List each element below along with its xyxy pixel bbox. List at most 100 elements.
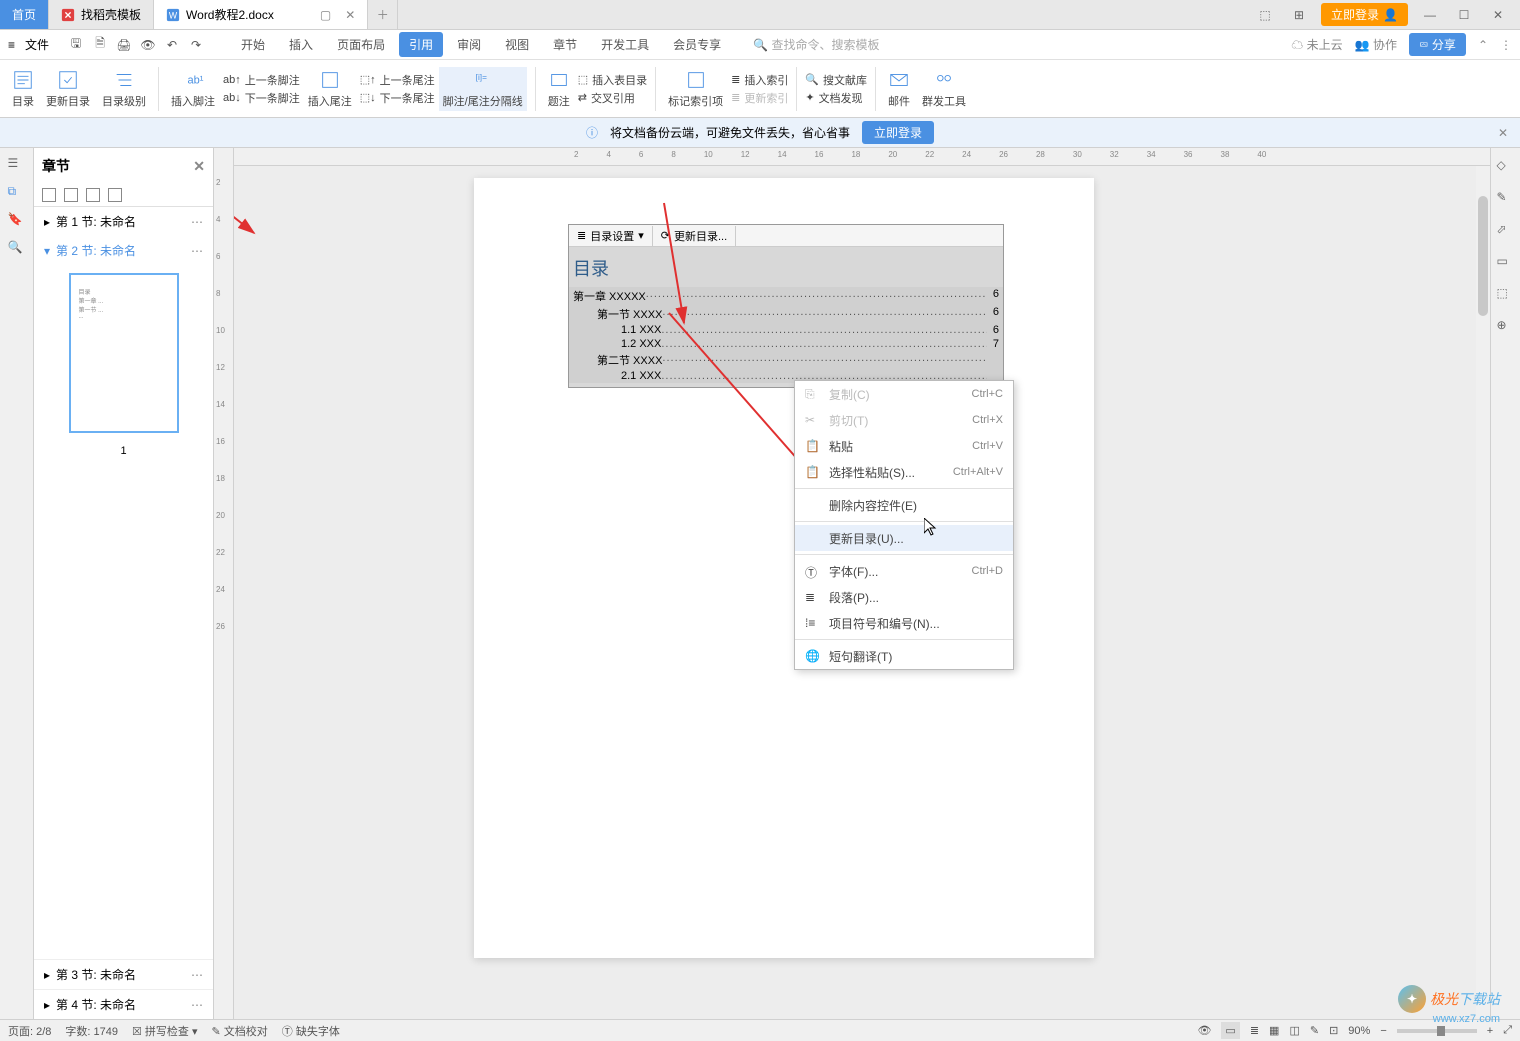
- login-button[interactable]: 立即登录👤: [1321, 3, 1408, 26]
- panel-close-icon[interactable]: ✕: [193, 158, 205, 175]
- section-item-4[interactable]: ▸第 4 节: 未命名⋯: [34, 989, 213, 1019]
- menu-tab-view[interactable]: 视图: [495, 32, 539, 57]
- section-item-3[interactable]: ▸第 3 节: 未命名⋯: [34, 959, 213, 989]
- ribbon-prev-endnote[interactable]: ⬚↑上一条尾注: [360, 72, 435, 88]
- section-item-2[interactable]: ▾第 2 节: 未命名⋯: [34, 236, 213, 265]
- status-proof[interactable]: ✎ 文档校对: [212, 1023, 268, 1039]
- cloud-status[interactable]: ☁ 未上云: [1291, 36, 1342, 53]
- menu-file[interactable]: 文件: [17, 36, 57, 53]
- fit-icon[interactable]: ⊡: [1329, 1024, 1338, 1037]
- ribbon-group-tools[interactable]: 群发工具: [918, 67, 970, 111]
- ribbon-next-footnote[interactable]: ab↓下一条脚注: [223, 90, 300, 106]
- ribbon-next-endnote[interactable]: ⬚↓下一条尾注: [360, 90, 435, 106]
- zoom-in-icon[interactable]: +: [1487, 1025, 1493, 1037]
- status-missing-font[interactable]: Ⓣ 缺失字体: [282, 1023, 340, 1039]
- ribbon-insert-endnote[interactable]: 插入尾注: [304, 67, 356, 111]
- scrollbar-thumb[interactable]: [1478, 196, 1488, 316]
- close-button[interactable]: ✕: [1486, 8, 1510, 22]
- menu-tab-dev[interactable]: 开发工具: [591, 32, 659, 57]
- menu-tab-references[interactable]: 引用: [399, 32, 443, 57]
- ribbon-caption[interactable]: 题注: [544, 67, 574, 111]
- tab-templates[interactable]: 找稻壳模板: [49, 0, 154, 29]
- status-spell[interactable]: ☒ 拼写检查 ▾: [132, 1023, 198, 1039]
- share-button[interactable]: ⮹ 分享: [1409, 33, 1466, 56]
- grid-icon[interactable]: ⊞: [1287, 8, 1311, 22]
- expand-icon[interactable]: ⤢: [1503, 1024, 1512, 1037]
- zoom-out-icon[interactable]: −: [1380, 1025, 1386, 1037]
- ribbon-insert-index[interactable]: ≣插入索引: [731, 72, 788, 88]
- ribbon-toc-level[interactable]: 目录级别: [98, 67, 150, 111]
- ribbon-cross-ref[interactable]: ⇄交叉引用: [578, 90, 647, 106]
- collab-button[interactable]: 👥 协作: [1355, 36, 1397, 53]
- view-read-icon[interactable]: ◫: [1289, 1024, 1299, 1037]
- ribbon-mail[interactable]: 邮件: [884, 67, 914, 111]
- menu-tab-insert[interactable]: 插入: [279, 32, 323, 57]
- rail-search-icon[interactable]: 🔍: [8, 240, 26, 258]
- section-item-1[interactable]: ▸第 1 节: 未命名⋯: [34, 207, 213, 236]
- right-rail-icon-6[interactable]: ⊕: [1497, 318, 1515, 336]
- ctx-font[interactable]: Ⓣ字体(F)...Ctrl+D: [795, 558, 1013, 584]
- menu-tab-layout[interactable]: 页面布局: [327, 32, 395, 57]
- right-rail-icon-4[interactable]: ▭: [1497, 254, 1515, 272]
- print-icon[interactable]: 🖨: [115, 36, 133, 54]
- saveas-icon[interactable]: 🗎: [91, 36, 109, 54]
- right-rail-icon-1[interactable]: ◇: [1497, 158, 1515, 176]
- menu-hamburger-icon[interactable]: ≡: [8, 38, 15, 52]
- panel-tool-3[interactable]: [86, 188, 100, 202]
- ribbon-update-index[interactable]: ≣更新索引: [731, 90, 788, 106]
- menu-tab-start[interactable]: 开始: [231, 32, 275, 57]
- redo-icon[interactable]: ↷: [187, 36, 205, 54]
- zoom-slider-thumb[interactable]: [1437, 1026, 1445, 1036]
- ctx-bullets[interactable]: ⁞≡项目符号和编号(N)...: [795, 610, 1013, 636]
- right-rail-icon-2[interactable]: ✎: [1497, 190, 1515, 208]
- menu-tab-member[interactable]: 会员专享: [663, 32, 731, 57]
- panel-tool-2[interactable]: [64, 188, 78, 202]
- panel-tool-4[interactable]: [108, 188, 122, 202]
- command-search[interactable]: 🔍 查找命令、搜索模板: [745, 33, 887, 56]
- info-login-button[interactable]: 立即登录: [862, 121, 934, 144]
- view-web-icon[interactable]: ▦: [1269, 1024, 1279, 1037]
- ribbon-doc-discover[interactable]: ✦文档发现: [805, 90, 867, 106]
- status-eye-icon[interactable]: 👁: [1197, 1024, 1211, 1037]
- rail-outline-icon[interactable]: ☰: [8, 156, 26, 174]
- zoom-slider[interactable]: [1397, 1029, 1477, 1033]
- ribbon-update-toc[interactable]: 更新目录: [42, 67, 94, 111]
- page-thumbnail[interactable]: 目录第一章 ...第一节 ......: [69, 273, 179, 433]
- toc-entry[interactable]: 第一章 XXXXX...............................…: [569, 287, 1003, 305]
- ribbon-search-lib[interactable]: 🔍搜文献库: [805, 72, 867, 88]
- ctx-paste-special[interactable]: 📋选择性粘贴(S)...Ctrl+Alt+V: [795, 459, 1013, 485]
- undo-icon[interactable]: ↶: [163, 36, 181, 54]
- tab-add[interactable]: ＋: [368, 0, 398, 29]
- maximize-button[interactable]: ☐: [1452, 8, 1476, 22]
- tab-home[interactable]: 首页: [0, 0, 49, 29]
- ribbon-insert-footnote[interactable]: ab¹插入脚注: [167, 67, 219, 111]
- view-page-icon[interactable]: ▭: [1221, 1022, 1239, 1039]
- tab-window-icon[interactable]: ▢: [320, 8, 331, 22]
- tab-document[interactable]: W Word教程2.docx ▢ ✕: [154, 0, 368, 29]
- menu-tab-section[interactable]: 章节: [543, 32, 587, 57]
- right-rail-select-icon[interactable]: ⬀: [1497, 222, 1515, 240]
- ctx-paragraph[interactable]: ≣段落(P)...: [795, 584, 1013, 610]
- layout-icon[interactable]: ⬚: [1253, 8, 1277, 22]
- menu-tab-review[interactable]: 审阅: [447, 32, 491, 57]
- zoom-value[interactable]: 90%: [1348, 1025, 1370, 1037]
- vertical-scrollbar[interactable]: [1476, 166, 1490, 1019]
- status-page[interactable]: 页面: 2/8: [8, 1023, 51, 1039]
- tab-close-icon[interactable]: ✕: [345, 8, 355, 22]
- ribbon-mark-index[interactable]: 标记索引项: [664, 67, 727, 111]
- collapse-ribbon-icon[interactable]: ⌃: [1478, 38, 1488, 52]
- ribbon-insert-figtable[interactable]: ⬚插入表目录: [578, 72, 647, 88]
- right-rail-icon-5[interactable]: ⬚: [1497, 286, 1515, 304]
- toc-settings-button[interactable]: ≣目录设置▾: [569, 226, 653, 246]
- ctx-paste[interactable]: 📋粘贴Ctrl+V: [795, 433, 1013, 459]
- minimize-button[interactable]: —: [1418, 8, 1442, 22]
- status-words[interactable]: 字数: 1749: [65, 1023, 118, 1039]
- save-icon[interactable]: 🖫: [67, 36, 85, 54]
- ctx-delete-control[interactable]: 删除内容控件(E): [795, 492, 1013, 518]
- ribbon-toc[interactable]: 目录: [8, 67, 38, 111]
- ribbon-separator-line[interactable]: [i]=脚注/尾注分隔线: [439, 67, 527, 111]
- more-icon[interactable]: ⋮: [1500, 38, 1512, 52]
- rail-bookmark-icon[interactable]: 🔖: [8, 212, 26, 230]
- rail-section-icon[interactable]: ⧉: [8, 184, 26, 202]
- ctx-update-toc[interactable]: 更新目录(U)...: [795, 525, 1013, 551]
